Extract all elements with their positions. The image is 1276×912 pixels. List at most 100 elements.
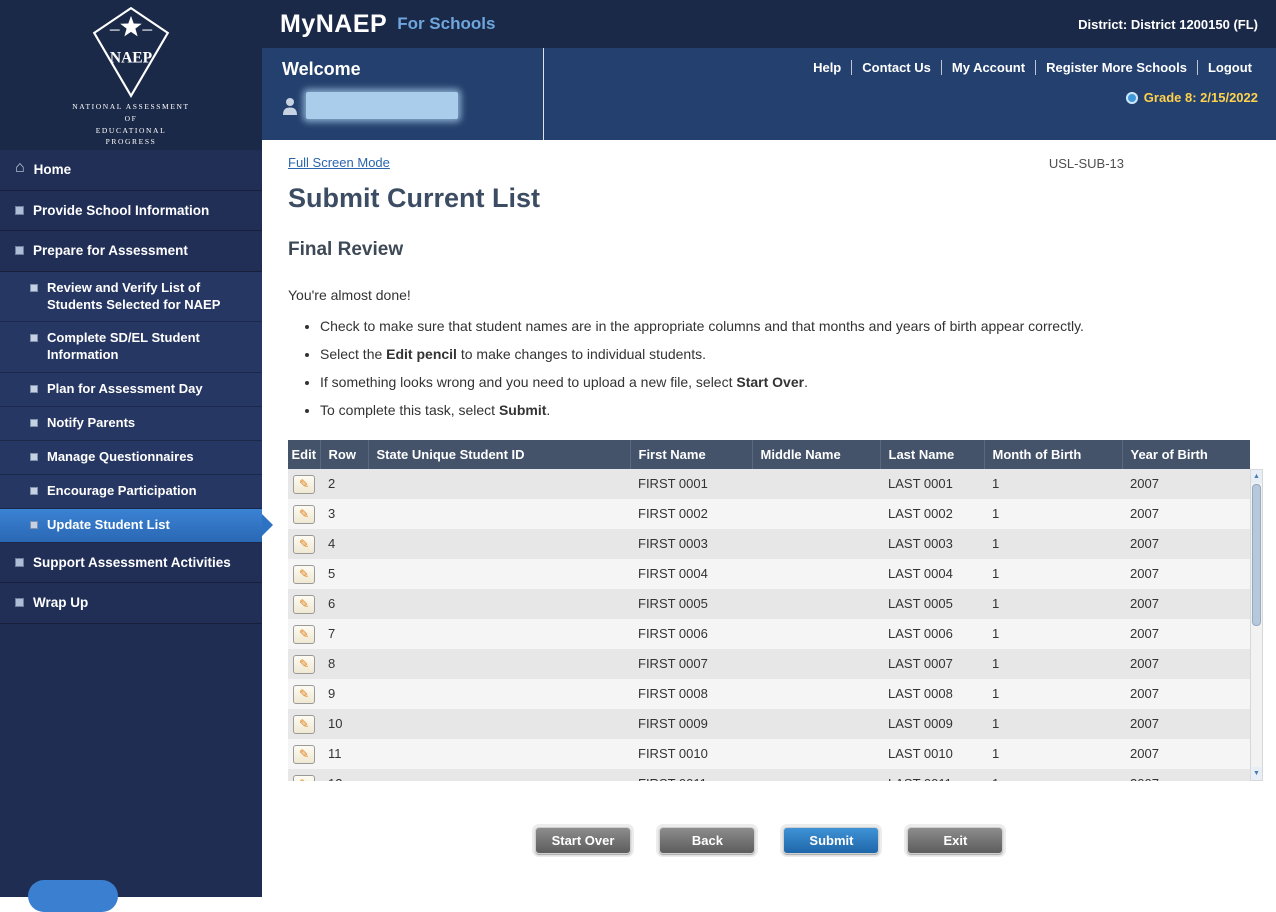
- edit-row-button[interactable]: ✎: [293, 505, 315, 524]
- edit-cell: ✎: [288, 529, 320, 559]
- edit-cell: ✎: [288, 769, 320, 781]
- grade-status-text: Grade 8: 2/15/2022: [1144, 90, 1258, 105]
- cell-row: 12: [320, 769, 368, 781]
- edit-row-button[interactable]: ✎: [293, 655, 315, 674]
- table-row: ✎8FIRST 0007LAST 000712007: [288, 649, 1250, 679]
- scrollbar-thumb[interactable]: [1252, 484, 1261, 626]
- user-name-redacted: [306, 92, 458, 119]
- sidebar-item-prepare-for-assessment[interactable]: Prepare for Assessment: [0, 231, 262, 272]
- start-over-button[interactable]: Start Over: [535, 827, 632, 854]
- contact-us-link[interactable]: Contact Us: [851, 60, 941, 75]
- student-table-body: ✎2FIRST 0001LAST 000112007✎3FIRST 0002LA…: [288, 469, 1250, 781]
- sidebar-item-provide-school-information[interactable]: Provide School Information: [0, 191, 262, 232]
- logout-link[interactable]: Logout: [1197, 60, 1262, 75]
- main-content: Full Screen Mode USL-SUB-13 Submit Curre…: [262, 140, 1276, 897]
- page-code: USL-SUB-13: [1049, 156, 1124, 171]
- cell-state-id: [368, 499, 630, 529]
- sidebar-item-label: Manage Questionnaires: [47, 449, 194, 466]
- table-row: ✎9FIRST 0008LAST 000812007: [288, 679, 1250, 709]
- sidebar-item-support-assessment-activities[interactable]: Support Assessment Activities: [0, 543, 262, 584]
- sidebar-item-label: Update Student List: [47, 517, 170, 534]
- cell-state-id: [368, 529, 630, 559]
- pencil-icon: ✎: [299, 537, 309, 551]
- column-header-state-id: State Unique Student ID: [368, 440, 630, 469]
- menu-bullet-icon: [15, 558, 24, 567]
- menu-bullet-icon: [30, 453, 38, 461]
- cell-year: 2007: [1122, 739, 1250, 769]
- edit-row-button[interactable]: ✎: [293, 715, 315, 734]
- sidebar-item-label: Complete SD/EL Student Information: [47, 330, 250, 364]
- column-header-edit: Edit: [288, 440, 320, 469]
- edit-row-button[interactable]: ✎: [293, 745, 315, 764]
- cell-middle-name: [752, 649, 880, 679]
- edit-row-button[interactable]: ✎: [293, 685, 315, 704]
- help-link[interactable]: Help: [803, 60, 851, 75]
- edit-cell: ✎: [288, 679, 320, 709]
- logo-acronym: NAEP: [110, 50, 153, 67]
- sidebar-item-manage-questionnaires[interactable]: Manage Questionnaires: [0, 441, 262, 475]
- sidebar-item-encourage-participation[interactable]: Encourage Participation: [0, 475, 262, 509]
- cell-year: 2007: [1122, 769, 1250, 781]
- sidebar-item-home[interactable]: ⌂ Home: [0, 150, 262, 191]
- menu-bullet-icon: [15, 206, 24, 215]
- sidebar-item-plan-for-assessment-day[interactable]: Plan for Assessment Day: [0, 373, 262, 407]
- cell-middle-name: [752, 499, 880, 529]
- cell-row: 4: [320, 529, 368, 559]
- cell-row: 8: [320, 649, 368, 679]
- edit-row-button[interactable]: ✎: [293, 475, 315, 494]
- edit-row-button[interactable]: ✎: [293, 595, 315, 614]
- cell-row: 5: [320, 559, 368, 589]
- cell-state-id: [368, 709, 630, 739]
- cell-year: 2007: [1122, 619, 1250, 649]
- edit-cell: ✎: [288, 739, 320, 769]
- cell-row: 6: [320, 589, 368, 619]
- utility-nav: Help Contact Us My Account Register More…: [803, 60, 1262, 75]
- scroll-down-button[interactable]: ▼: [1251, 767, 1262, 780]
- edit-row-button[interactable]: ✎: [293, 535, 315, 554]
- cell-row: 10: [320, 709, 368, 739]
- sidebar-item-complete-sdel-student-information[interactable]: Complete SD/EL Student Information: [0, 322, 262, 373]
- naep-logo: NAEP NATIONAL ASSESSMENT OF EDUCATIONAL …: [0, 0, 262, 150]
- edit-row-button[interactable]: ✎: [293, 625, 315, 644]
- cell-first-name: FIRST 0009: [630, 709, 752, 739]
- menu-bullet-icon: [30, 521, 38, 529]
- table-scrollbar[interactable]: ▲ ▼: [1250, 469, 1263, 781]
- cell-year: 2007: [1122, 499, 1250, 529]
- cell-state-id: [368, 769, 630, 781]
- cell-state-id: [368, 739, 630, 769]
- cell-state-id: [368, 679, 630, 709]
- edit-row-button[interactable]: ✎: [293, 775, 315, 782]
- scroll-down-icon: ▼: [1253, 770, 1260, 777]
- cell-state-id: [368, 589, 630, 619]
- scroll-up-button[interactable]: ▲: [1251, 470, 1262, 483]
- cell-year: 2007: [1122, 559, 1250, 589]
- exit-button[interactable]: Exit: [907, 827, 1003, 854]
- cell-first-name: FIRST 0011: [630, 769, 752, 781]
- pencil-icon: ✎: [299, 717, 309, 731]
- full-screen-mode-link[interactable]: Full Screen Mode: [288, 155, 390, 170]
- header-divider: [543, 48, 544, 140]
- naep-logo-shield: NAEP: [87, 6, 175, 98]
- sidebar-item-label: Plan for Assessment Day: [47, 381, 203, 398]
- pencil-icon: ✎: [299, 477, 309, 491]
- pencil-icon: ✎: [299, 777, 309, 781]
- sidebar-item-update-student-list[interactable]: Update Student List: [0, 509, 262, 543]
- sidebar-item-review-and-verify-list[interactable]: Review and Verify List of Students Selec…: [0, 272, 262, 323]
- sidebar-item-wrap-up[interactable]: Wrap Up: [0, 583, 262, 624]
- submit-button[interactable]: Submit: [783, 827, 879, 854]
- section-title: Final Review: [288, 239, 1250, 261]
- edit-row-button[interactable]: ✎: [293, 565, 315, 584]
- column-header-year-of-birth: Year of Birth: [1122, 440, 1250, 469]
- cell-middle-name: [752, 769, 880, 781]
- register-more-schools-link[interactable]: Register More Schools: [1035, 60, 1197, 75]
- cell-last-name: LAST 0004: [880, 559, 984, 589]
- back-button[interactable]: Back: [659, 827, 755, 854]
- logo-caption-line: PROGRESS: [72, 136, 189, 148]
- sidebar-item-notify-parents[interactable]: Notify Parents: [0, 407, 262, 441]
- cell-middle-name: [752, 559, 880, 589]
- pencil-icon: ✎: [299, 687, 309, 701]
- my-account-link[interactable]: My Account: [941, 60, 1035, 75]
- instruction-item: Select the Edit pencil to make changes t…: [320, 344, 1144, 365]
- instruction-item: Check to make sure that student names ar…: [320, 316, 1144, 337]
- bottom-left-partial-button[interactable]: [28, 880, 118, 912]
